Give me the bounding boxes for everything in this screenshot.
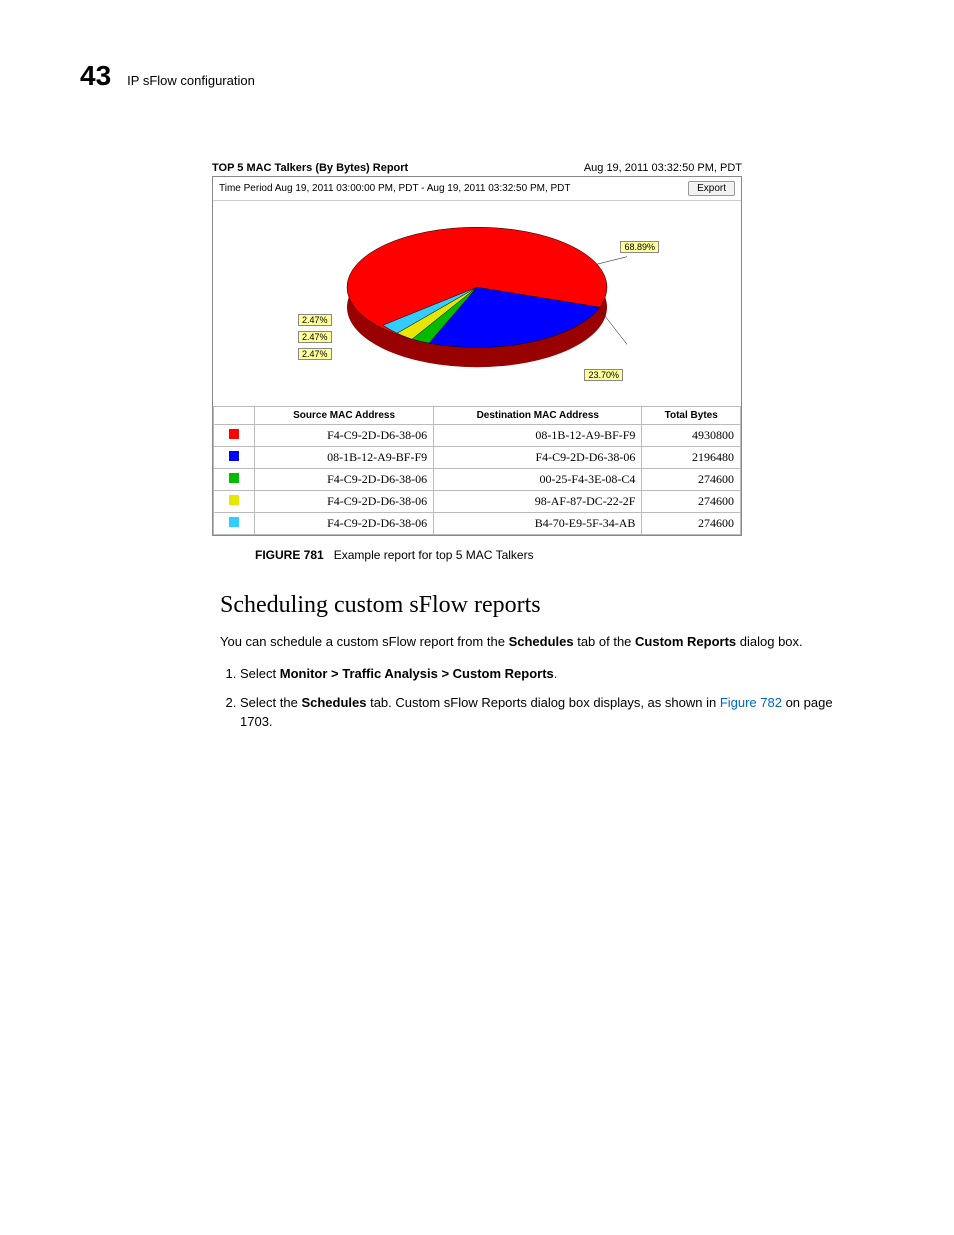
slice-label-s3: 2.47% bbox=[298, 348, 332, 360]
cell-source: F4-C9-2D-D6-38-06 bbox=[255, 491, 434, 513]
color-swatch bbox=[229, 429, 239, 439]
figure-caption-text: Example report for top 5 MAC Talkers bbox=[334, 548, 534, 562]
color-swatch bbox=[229, 451, 239, 461]
col-bytes: Total Bytes bbox=[642, 407, 741, 425]
report-panel: TOP 5 MAC Talkers (By Bytes) Report Aug … bbox=[212, 162, 742, 536]
step-2: Select the Schedules tab. Custom sFlow R… bbox=[240, 694, 854, 732]
report-title: TOP 5 MAC Talkers (By Bytes) Report bbox=[212, 162, 408, 174]
slice-label-2: 23.70% bbox=[584, 369, 623, 381]
cell-source: F4-C9-2D-D6-38-06 bbox=[255, 425, 434, 447]
cell-bytes: 4930800 bbox=[642, 425, 741, 447]
figure-number: FIGURE 781 bbox=[255, 548, 324, 562]
export-button[interactable]: Export bbox=[688, 181, 735, 196]
cell-dest: 08-1B-12-A9-BF-F9 bbox=[434, 425, 642, 447]
cell-bytes: 274600 bbox=[642, 469, 741, 491]
chapter-number: 43 bbox=[80, 60, 111, 92]
time-period-bar: Time Period Aug 19, 2011 03:00:00 PM, PD… bbox=[213, 177, 741, 201]
cell-dest: 00-25-F4-3E-08-C4 bbox=[434, 469, 642, 491]
slice-label-s1: 2.47% bbox=[298, 314, 332, 326]
intro-paragraph: You can schedule a custom sFlow report f… bbox=[220, 633, 854, 652]
color-swatch bbox=[229, 473, 239, 483]
slice-label-s2: 2.47% bbox=[298, 331, 332, 343]
figure-link[interactable]: Figure 782 bbox=[720, 695, 782, 710]
col-dest: Destination MAC Address bbox=[434, 407, 642, 425]
figure-caption: FIGURE 781 Example report for top 5 MAC … bbox=[255, 548, 874, 562]
col-color bbox=[214, 407, 255, 425]
section-heading: Scheduling custom sFlow reports bbox=[220, 592, 874, 619]
table-row: F4-C9-2D-D6-38-0600-25-F4-3E-08-C4274600 bbox=[214, 469, 741, 491]
cell-source: F4-C9-2D-D6-38-06 bbox=[255, 513, 434, 535]
page-header: 43 IP sFlow configuration bbox=[80, 60, 874, 92]
col-source: Source MAC Address bbox=[255, 407, 434, 425]
pie-chart: 68.89% 23.70% 2.47% 2.47% 2.47% bbox=[213, 201, 741, 406]
cell-bytes: 2196480 bbox=[642, 447, 741, 469]
color-swatch bbox=[229, 517, 239, 527]
cell-bytes: 274600 bbox=[642, 491, 741, 513]
chapter-title: IP sFlow configuration bbox=[127, 73, 255, 88]
color-swatch bbox=[229, 495, 239, 505]
cell-dest: B4-70-E9-5F-34-AB bbox=[434, 513, 642, 535]
step-1: Select Monitor > Traffic Analysis > Cust… bbox=[240, 665, 854, 684]
steps-list: Select Monitor > Traffic Analysis > Cust… bbox=[220, 665, 854, 732]
table-row: F4-C9-2D-D6-38-0608-1B-12-A9-BF-F9493080… bbox=[214, 425, 741, 447]
cell-dest: F4-C9-2D-D6-38-06 bbox=[434, 447, 642, 469]
slice-label-big: 68.89% bbox=[620, 241, 659, 253]
cell-source: F4-C9-2D-D6-38-06 bbox=[255, 469, 434, 491]
report-timestamp: Aug 19, 2011 03:32:50 PM, PDT bbox=[584, 162, 742, 174]
table-row: F4-C9-2D-D6-38-06B4-70-E9-5F-34-AB274600 bbox=[214, 513, 741, 535]
cell-source: 08-1B-12-A9-BF-F9 bbox=[255, 447, 434, 469]
data-table: Source MAC Address Destination MAC Addre… bbox=[213, 406, 741, 535]
time-period-text: Time Period Aug 19, 2011 03:00:00 PM, PD… bbox=[219, 183, 571, 194]
cell-bytes: 274600 bbox=[642, 513, 741, 535]
table-row: 08-1B-12-A9-BF-F9F4-C9-2D-D6-38-06219648… bbox=[214, 447, 741, 469]
table-row: F4-C9-2D-D6-38-0698-AF-87-DC-22-2F274600 bbox=[214, 491, 741, 513]
cell-dest: 98-AF-87-DC-22-2F bbox=[434, 491, 642, 513]
